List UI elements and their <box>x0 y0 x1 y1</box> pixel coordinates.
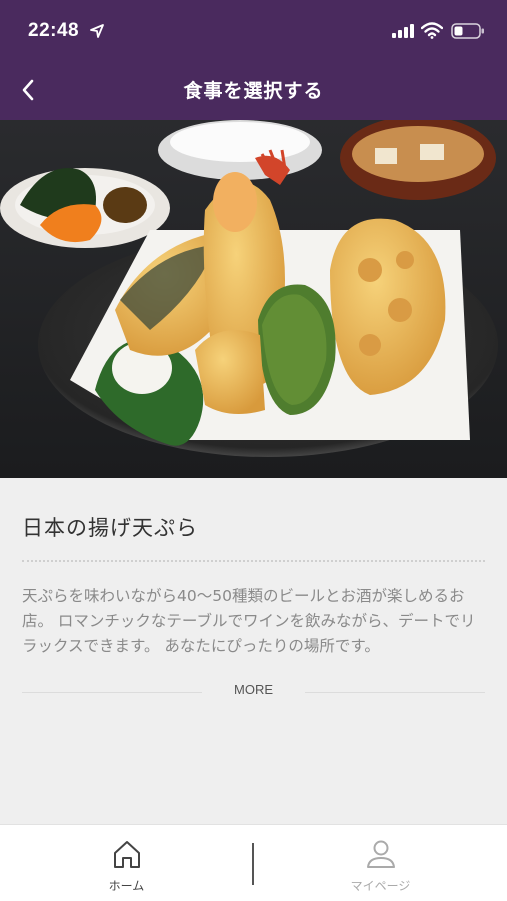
tab-mypage[interactable]: マイページ <box>254 825 507 901</box>
app-header: 22:48 食事を選択する <box>0 0 507 120</box>
dish-detail: 日本の揚げ天ぷら 天ぷらを味わいながら40～50種類のビールとお酒が楽しめるお店… <box>0 478 507 824</box>
more-row: MORE <box>22 682 485 702</box>
tab-home-label: ホーム <box>108 879 145 893</box>
divider <box>22 692 202 693</box>
home-icon <box>113 841 140 868</box>
cellular-signal-icon <box>392 24 414 38</box>
tab-bar: ホーム マイページ <box>0 824 507 901</box>
dish-title: 日本の揚げ天ぷら <box>22 516 198 540</box>
wifi-icon <box>421 22 443 39</box>
page-title: 食事を選択する <box>183 80 324 102</box>
location-arrow-icon <box>90 24 104 38</box>
user-icon <box>366 840 395 868</box>
divider <box>22 560 485 562</box>
divider <box>305 692 485 693</box>
tab-mypage-label: マイページ <box>350 879 411 893</box>
more-button[interactable]: MORE <box>202 682 305 697</box>
tab-home[interactable]: ホーム <box>0 825 253 901</box>
status-bar: 22:48 <box>0 0 507 64</box>
status-time: 22:48 <box>28 20 80 41</box>
dish-description: 天ぷらを味わいながら40～50種類のビールとお酒が楽しめるお店。 ロマンチックな… <box>22 587 476 655</box>
dish-photo <box>0 120 507 478</box>
battery-icon <box>451 23 484 39</box>
